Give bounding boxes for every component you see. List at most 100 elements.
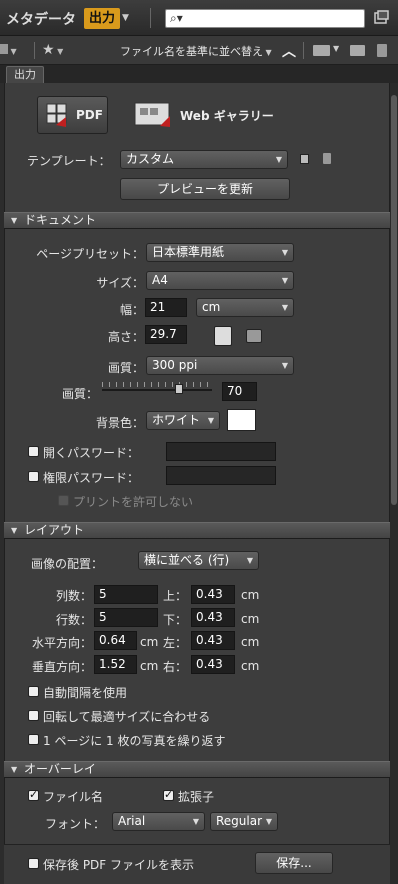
section-layout-header[interactable]: ▼ レイアウト	[4, 522, 390, 539]
vertical-spacing-field[interactable]: 1.52	[94, 655, 137, 674]
quality-value-field[interactable]: 70	[222, 382, 257, 401]
panel-title-metadata[interactable]: メタデータ	[6, 9, 76, 29]
show-pdf-after-save-checkbox[interactable]	[28, 858, 39, 869]
template-label: テンプレート：	[27, 154, 111, 168]
bottom-margin-unit: cm	[241, 612, 260, 626]
horizontal-spacing-field[interactable]: 0.64	[94, 631, 137, 650]
divider	[34, 42, 35, 59]
collapse-triangle-icon: ▼	[11, 765, 18, 774]
size-label: サイズ：	[96, 276, 144, 290]
extension-checkbox[interactable]	[163, 788, 174, 801]
pdf-icon	[46, 103, 67, 127]
chevron-down-icon[interactable]: ▼	[122, 8, 134, 28]
right-margin-field[interactable]: 0.43	[191, 655, 235, 674]
font-select[interactable]: Arial ▼	[112, 812, 205, 831]
show-pdf-after-save-label: 保存後 PDF ファイルを表示	[43, 858, 195, 872]
quality-label: 画質：	[107, 361, 144, 375]
template-select[interactable]: カスタム ▼	[120, 150, 288, 169]
slider-track	[102, 389, 212, 391]
font-style-select[interactable]: Regular ▼	[210, 812, 278, 831]
view-menu-button[interactable]: ▼	[0, 44, 22, 57]
open-password-label: 開くパスワード：	[43, 446, 140, 460]
save-button[interactable]: 保存...	[255, 852, 333, 874]
web-gallery-icon	[134, 102, 170, 127]
width-label: 幅：	[119, 303, 144, 317]
search-icon: ⌕▾	[170, 11, 183, 25]
web-gallery-label: Web ギャラリー	[180, 109, 274, 123]
background-color-select[interactable]: ホワイト ▼	[146, 411, 220, 430]
quality-slider-label: 画質：	[62, 387, 99, 401]
horizontal-spacing-label: 水平方向：	[31, 636, 92, 650]
section-document-header[interactable]: ▼ ドキュメント	[4, 212, 390, 229]
bottom-margin-field[interactable]: 0.43	[191, 608, 235, 627]
permission-password-checkbox[interactable]	[28, 471, 39, 482]
slider-thumb[interactable]	[175, 384, 183, 394]
pdf-label: PDF	[76, 108, 103, 122]
page-preset-label: ページプリセット：	[36, 247, 144, 261]
star-icon: ★	[42, 42, 55, 58]
rows-label: 行数：	[55, 613, 92, 627]
height-label: 高さ：	[107, 330, 144, 344]
workspace-output-badge[interactable]: 出力	[84, 8, 120, 29]
vertical-spacing-label: 垂直方向：	[31, 660, 92, 674]
grid-icon	[0, 44, 8, 54]
slider-ticks	[102, 382, 212, 387]
vertical-spacing-unit: cm	[140, 659, 159, 673]
landscape-orientation-icon[interactable]	[246, 329, 262, 343]
pdf-output-button[interactable]: PDF	[37, 96, 108, 134]
repeat-photo-checkbox[interactable]	[28, 734, 39, 745]
divider	[303, 42, 304, 59]
height-field[interactable]: 29.7	[145, 325, 187, 344]
auto-spacing-checkbox[interactable]	[28, 686, 39, 697]
filename-label: ファイル名	[43, 790, 104, 804]
toolbar: ▼ ★ ▼ ファイル名を基準に並べ替え ▼ ︿ ▼	[0, 36, 398, 65]
refresh-preview-button[interactable]: プレビューを更新	[120, 178, 290, 200]
sort-menu-button[interactable]: ファイル名を基準に並べ替え ▼	[120, 43, 272, 59]
quality-slider[interactable]	[102, 382, 214, 398]
right-margin-label: 右：	[163, 660, 188, 674]
background-color-swatch[interactable]	[227, 409, 256, 431]
portrait-orientation-icon[interactable]	[214, 326, 232, 346]
columns-label: 列数：	[55, 589, 92, 603]
tab-strip	[0, 65, 398, 83]
delete-template-icon[interactable]	[323, 153, 331, 164]
extension-label: 拡張子	[178, 790, 215, 804]
auto-spacing-label: 自動間隔を使用	[43, 686, 128, 700]
rotate-fit-checkbox[interactable]	[28, 710, 39, 721]
left-margin-field[interactable]: 0.43	[191, 631, 235, 650]
columns-field[interactable]: 5	[94, 585, 158, 604]
size-select[interactable]: A4 ▼	[146, 271, 294, 290]
open-password-field[interactable]	[166, 442, 276, 461]
sort-ascending-icon[interactable]: ︿	[282, 41, 296, 61]
section-overlay-header[interactable]: ▼ オーバーレイ	[4, 761, 390, 778]
background-color-label: 背景色：	[95, 416, 144, 430]
placement-label: 画像の配置：	[31, 557, 104, 571]
left-margin-label: 左：	[163, 636, 188, 650]
top-bar: メタデータ 出力 ▼ ⌕▾	[0, 0, 398, 36]
placement-select[interactable]: 横に並べる (行) ▼	[138, 551, 259, 570]
tab-output[interactable]: 出力	[6, 66, 44, 83]
search-input[interactable]: ⌕▾	[165, 9, 365, 28]
rating-filter-button[interactable]: ★ ▼	[42, 42, 63, 58]
window-mode-icon[interactable]	[374, 10, 389, 25]
new-folder-icon[interactable]	[350, 45, 365, 56]
width-field[interactable]: 21	[145, 298, 187, 317]
repeat-photo-label: 1 ページに 1 枚の写真を繰り返す	[43, 734, 226, 748]
save-template-icon[interactable]	[300, 154, 309, 164]
trash-icon[interactable]	[377, 44, 387, 57]
scrollbar-thumb[interactable]	[391, 95, 397, 505]
disallow-print-checkbox[interactable]	[58, 495, 69, 506]
horizontal-spacing-unit: cm	[140, 635, 159, 649]
open-password-checkbox[interactable]	[28, 446, 39, 457]
permission-password-field[interactable]	[166, 466, 276, 485]
unit-select[interactable]: cm ▼	[196, 298, 294, 317]
web-gallery-button[interactable]: Web ギャラリー	[128, 96, 278, 134]
divider	[150, 8, 151, 28]
page-preset-select[interactable]: 日本標準用紙 ▼	[146, 243, 294, 262]
filename-checkbox[interactable]	[28, 788, 39, 801]
rows-field[interactable]: 5	[94, 608, 158, 627]
folder-dropdown-icon[interactable]: ▼	[333, 44, 339, 53]
open-folder-icon[interactable]	[313, 45, 330, 56]
top-margin-field[interactable]: 0.43	[191, 585, 235, 604]
quality-select[interactable]: 300 ppi ▼	[146, 356, 294, 375]
